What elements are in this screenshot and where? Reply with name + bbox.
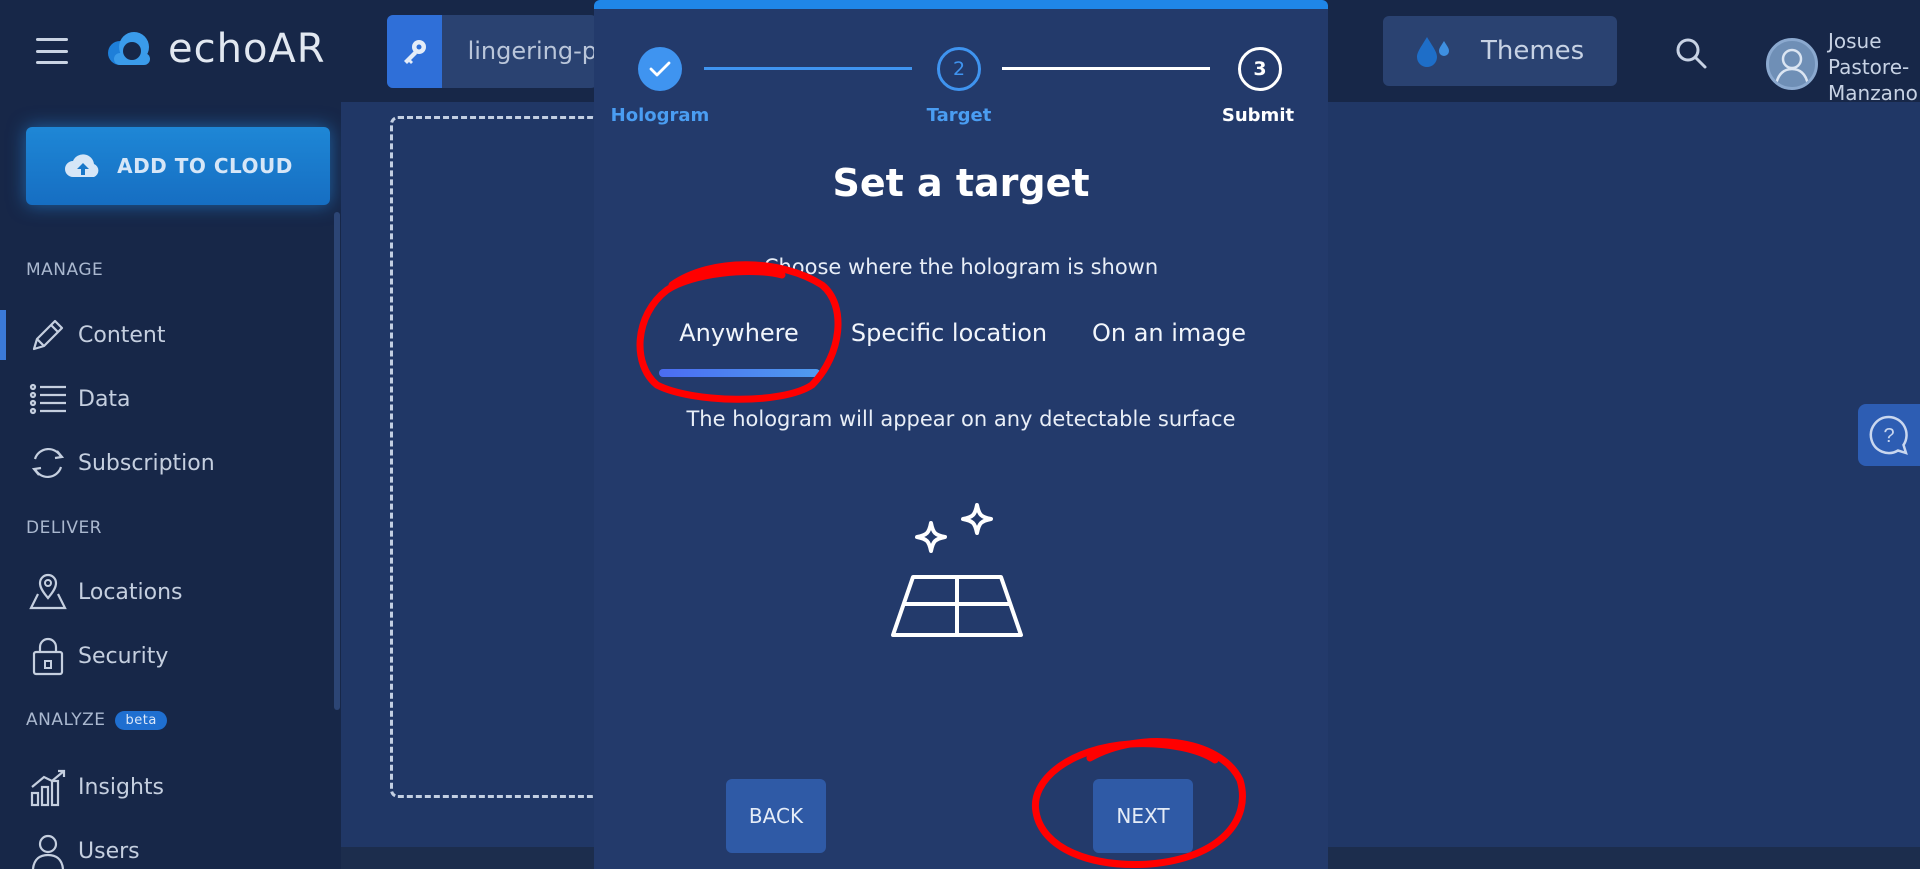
selected-tab-indicator xyxy=(659,369,820,377)
upload-dropzone[interactable] xyxy=(390,116,600,798)
list-icon xyxy=(29,383,66,415)
sidebar-item-label: Subscription xyxy=(78,450,215,476)
themes-label: Themes xyxy=(1481,36,1585,66)
step-label-hologram: Hologram xyxy=(610,105,710,126)
sidebar-item-label: Insights xyxy=(78,774,165,800)
droplets-icon xyxy=(1417,37,1449,67)
tab-specific-location[interactable]: Specific location xyxy=(851,319,1047,347)
help-button[interactable]: ? xyxy=(1858,404,1920,466)
sidebar-item-users[interactable]: Users xyxy=(0,824,330,869)
sidebar-item-security[interactable]: Security xyxy=(0,629,330,683)
chart-icon xyxy=(30,769,66,807)
sidebar: ADD TO CLOUD MANAGE Content Data Subscri… xyxy=(0,102,341,869)
step-target-number[interactable]: 2 xyxy=(937,47,981,91)
brand-name: echoAR xyxy=(168,26,326,72)
sparkling-surface-icon xyxy=(891,503,1023,637)
modal-subtitle: Choose where the hologram is shown xyxy=(763,255,1159,279)
step-connector-1 xyxy=(704,67,912,70)
user-avatar-icon xyxy=(1774,48,1810,86)
section-analyze: ANALYZE beta xyxy=(26,710,167,730)
sidebar-item-label: Security xyxy=(78,643,169,669)
themes-button[interactable]: Themes xyxy=(1383,16,1617,86)
add-to-cloud-button[interactable]: ADD TO CLOUD xyxy=(26,127,330,205)
sidebar-item-locations[interactable]: Locations xyxy=(0,565,330,619)
lock-icon xyxy=(32,637,64,676)
sidebar-item-label: Data xyxy=(78,386,131,412)
svg-text:?: ? xyxy=(1883,425,1894,447)
step-connector-2 xyxy=(1002,67,1210,70)
step-label-submit: Submit xyxy=(1221,105,1295,126)
back-button[interactable]: BACK xyxy=(726,779,826,853)
beta-badge: beta xyxy=(115,710,167,730)
brand-logo[interactable]: echoAR xyxy=(102,26,326,72)
add-to-cloud-label: ADD TO CLOUD xyxy=(117,154,293,178)
pencil-icon xyxy=(32,319,64,351)
sidebar-item-content[interactable]: Content xyxy=(0,308,330,362)
tab-description: The hologram will appear on any detectab… xyxy=(686,407,1236,431)
map-pin-icon xyxy=(29,573,67,610)
hamburger-menu-icon[interactable] xyxy=(36,38,68,64)
sidebar-scrollbar[interactable] xyxy=(334,212,340,710)
user-avatar[interactable] xyxy=(1766,38,1818,90)
refresh-icon xyxy=(31,447,65,479)
api-key-field[interactable]: lingering-p xyxy=(387,15,597,88)
search-icon[interactable] xyxy=(1674,36,1708,70)
user-icon xyxy=(31,834,65,869)
tab-anywhere[interactable]: Anywhere xyxy=(679,319,799,347)
step-submit-number[interactable]: 3 xyxy=(1238,47,1282,91)
key-icon xyxy=(387,15,442,88)
section-deliver: DELIVER xyxy=(26,518,102,538)
help-chat-icon: ? xyxy=(1869,415,1908,455)
sidebar-item-label: Locations xyxy=(78,579,183,605)
sidebar-item-subscription[interactable]: Subscription xyxy=(0,436,330,490)
section-manage: MANAGE xyxy=(26,260,104,280)
next-button[interactable]: NEXT xyxy=(1093,779,1193,853)
section-analyze-label: ANALYZE xyxy=(26,710,106,730)
sidebar-item-data[interactable]: Data xyxy=(0,372,330,426)
cloud-logo-icon xyxy=(108,32,150,65)
modal-title: Set a target xyxy=(832,161,1090,205)
sidebar-item-label: Content xyxy=(78,322,166,348)
user-name[interactable]: Josue Pastore-Manzano xyxy=(1828,28,1920,106)
tab-on-an-image[interactable]: On an image xyxy=(1092,319,1246,347)
api-key-text: lingering-p xyxy=(467,37,597,65)
set-target-modal: 2 3 Hologram Target Submit Set a target … xyxy=(594,0,1328,869)
step-label-target: Target xyxy=(926,105,992,126)
wizard-stepper: 2 3 Hologram Target Submit xyxy=(594,39,1328,129)
sidebar-item-label: Users xyxy=(78,838,140,864)
sidebar-item-insights[interactable]: Insights xyxy=(0,760,330,814)
cloud-upload-icon xyxy=(65,154,99,177)
step-hologram-check-icon[interactable] xyxy=(638,47,682,91)
